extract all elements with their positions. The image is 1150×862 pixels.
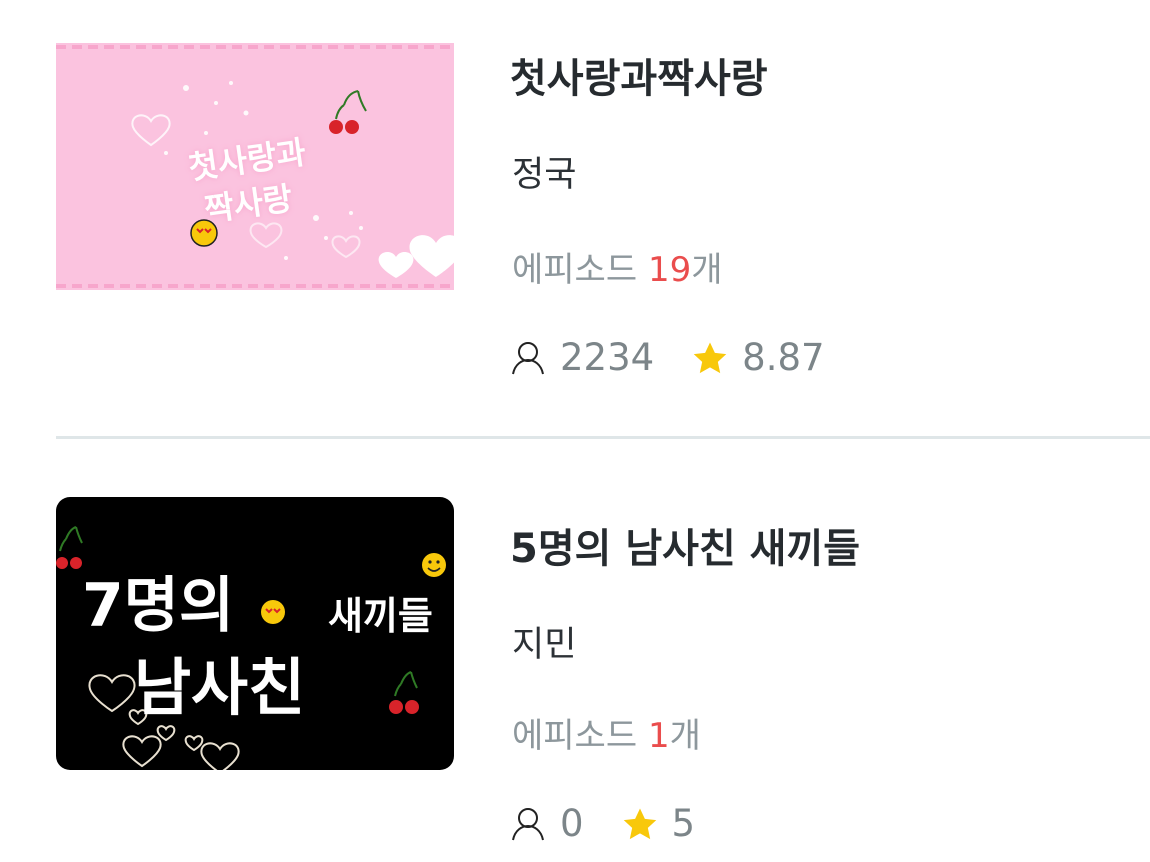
episode-count: 에피소드 1개 bbox=[512, 708, 701, 757]
item-title[interactable]: 5명의 남사친 새끼들 bbox=[510, 516, 860, 574]
item-author: 지민 bbox=[512, 625, 577, 665]
thumbnail-title-line2: 남사친 bbox=[134, 651, 306, 724]
emoji-icon bbox=[261, 600, 285, 624]
list-item[interactable]: 첫사랑과 짝사랑 첫사랑과짝사랑 정국 에피소드 19개 2234 8.87 bbox=[0, 0, 1150, 440]
episode-unit: 개 bbox=[691, 250, 723, 290]
episode-number: 19 bbox=[647, 250, 692, 290]
item-title[interactable]: 첫사랑과짝사랑 bbox=[510, 46, 768, 104]
thumbnail-title-line3: 새끼들 bbox=[328, 594, 433, 638]
heart-icon bbox=[409, 235, 454, 277]
episode-number: 1 bbox=[647, 716, 670, 756]
list-divider bbox=[56, 436, 1150, 439]
item-stats: 0 5 bbox=[510, 802, 695, 845]
episode-label: 에피소드 bbox=[512, 250, 638, 290]
heart-icon bbox=[122, 735, 162, 768]
rating-value: 8.87 bbox=[742, 336, 825, 379]
heart-icon bbox=[131, 114, 171, 147]
episode-label: 에피소드 bbox=[512, 716, 638, 756]
star-icon bbox=[693, 341, 727, 373]
item-author: 정국 bbox=[512, 155, 577, 195]
heart-icon bbox=[249, 222, 283, 249]
heart-icon bbox=[331, 235, 361, 259]
thumbnail-image[interactable]: 첫사랑과 짝사랑 bbox=[56, 43, 454, 290]
list-item[interactable]: 7명의 남사친 새끼들 5명의 남사친 새끼들 지민 에피소드 1개 0 5 bbox=[0, 440, 1150, 862]
user-icon bbox=[512, 807, 544, 840]
rating-value: 5 bbox=[671, 802, 696, 845]
view-count: 0 bbox=[560, 802, 584, 845]
cherry-icon bbox=[329, 90, 367, 134]
heart-icon bbox=[378, 251, 414, 278]
cherry-icon bbox=[389, 671, 419, 714]
cherry-icon bbox=[56, 526, 83, 569]
emoji-icon bbox=[422, 553, 446, 577]
thumbnail-image[interactable]: 7명의 남사친 새끼들 bbox=[56, 497, 454, 770]
user-icon bbox=[512, 341, 544, 374]
episode-count: 에피소드 19개 bbox=[512, 242, 722, 291]
thumbnail-title-line1: 7명의 bbox=[82, 571, 235, 641]
star-icon bbox=[623, 807, 656, 839]
episode-unit: 개 bbox=[669, 716, 701, 756]
heart-icon bbox=[88, 674, 136, 713]
item-stats: 2234 8.87 bbox=[510, 336, 825, 379]
heart-icon bbox=[184, 735, 204, 752]
heart-icon bbox=[200, 742, 240, 770]
heart-icon bbox=[156, 725, 176, 742]
view-count: 2234 bbox=[560, 336, 655, 379]
